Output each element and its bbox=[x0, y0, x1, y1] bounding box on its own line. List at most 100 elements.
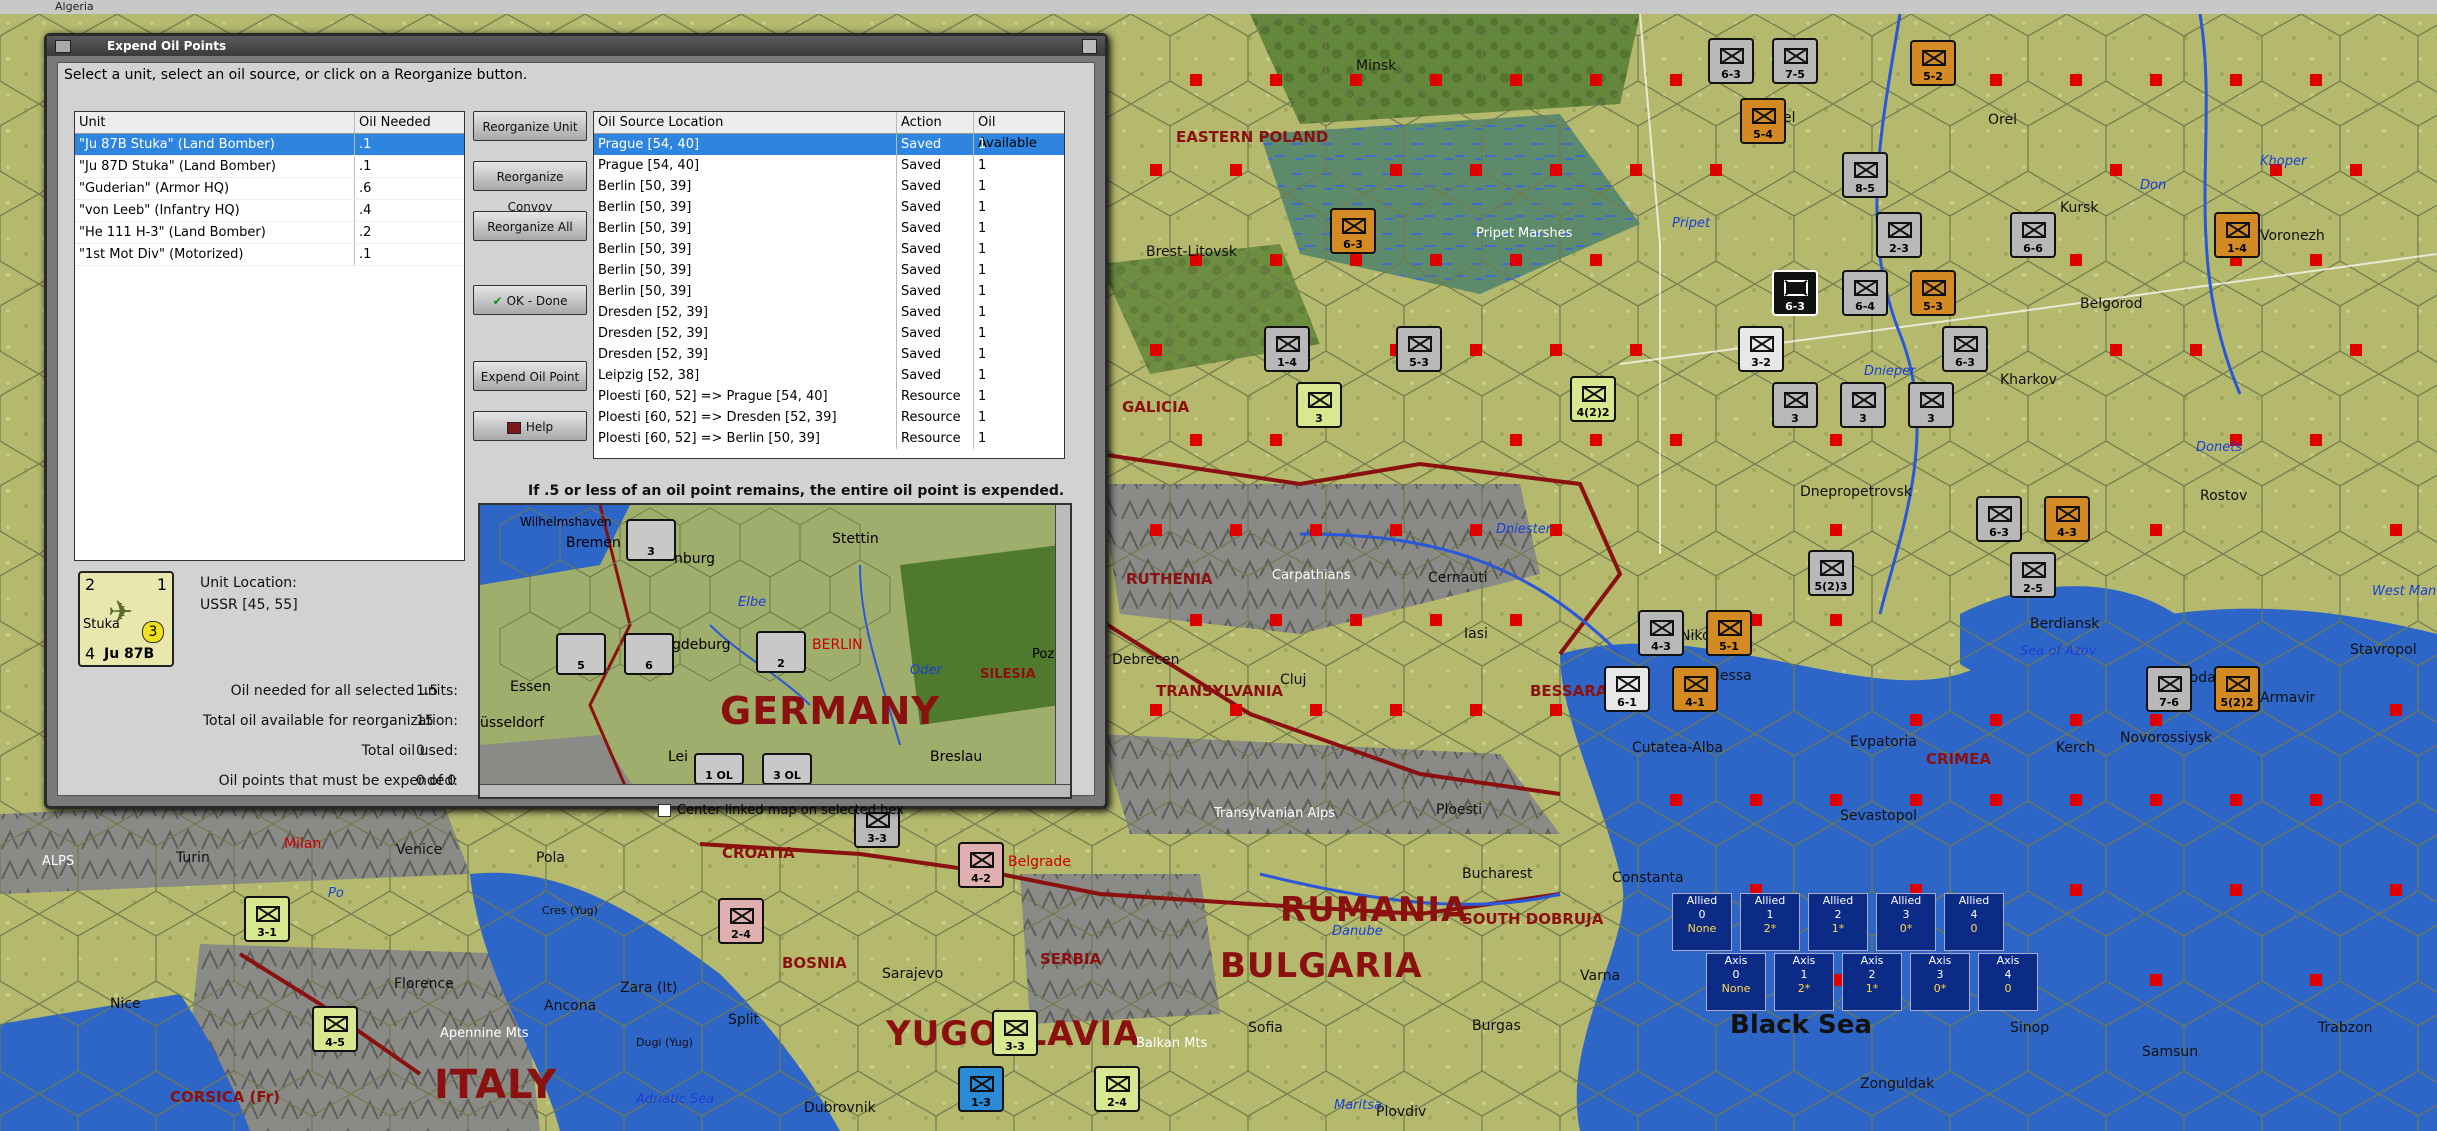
oil-available-cell: 1 bbox=[978, 410, 987, 425]
map-unit-counter[interactable]: 5-1 bbox=[1706, 610, 1752, 656]
supply-label: Axis bbox=[1724, 954, 1748, 967]
minimap-unit-counter[interactable]: 5 bbox=[556, 633, 606, 675]
oil-source-row[interactable]: Berlin [50, 39] Saved 1 bbox=[594, 239, 1064, 260]
unit-row[interactable]: "Ju 87B Stuka" (Land Bomber) .1 bbox=[75, 134, 464, 156]
map-unit-counter[interactable]: 1-3 bbox=[958, 1066, 1004, 1112]
reorganize-convoy-button[interactable]: Reorganize Convoy bbox=[473, 161, 587, 214]
unit-row[interactable]: "1st Mot Div" (Motorized) .1 bbox=[75, 244, 464, 266]
oil-source-list[interactable]: Oil Source Location Action Oil Available… bbox=[593, 111, 1065, 459]
minimap-unit-counter[interactable]: 6 bbox=[624, 633, 674, 675]
map-unit-counter[interactable]: 2-4 bbox=[1094, 1066, 1140, 1112]
map-unit-counter[interactable]: 1-4 bbox=[2214, 212, 2260, 258]
map-unit-counter[interactable]: 3-2 bbox=[1738, 326, 1784, 372]
column-header-oil-needed[interactable]: Oil Needed bbox=[355, 112, 459, 133]
map-unit-counter[interactable]: 3-3 bbox=[992, 1010, 1038, 1056]
oil-source-row[interactable]: Berlin [50, 39] Saved 1 bbox=[594, 218, 1064, 239]
minimap-unit-counter[interactable]: 2 bbox=[756, 631, 806, 673]
unit-name-cell: "von Leeb" (Infantry HQ) bbox=[75, 200, 355, 221]
column-header-unit[interactable]: Unit bbox=[75, 112, 355, 133]
map-unit-counter[interactable]: 3 bbox=[1772, 382, 1818, 428]
column-header-oil-available[interactable]: Oil Available bbox=[974, 112, 1058, 151]
oil-source-row[interactable]: Berlin [50, 39] Saved 1 bbox=[594, 197, 1064, 218]
minimap-unit-counter[interactable]: 3 OL bbox=[762, 753, 812, 785]
reorganize-all-button[interactable]: Reorganize All bbox=[473, 211, 587, 241]
map-unit-counter[interactable]: 4-5 bbox=[312, 1006, 358, 1052]
map-unit-counter[interactable]: 6-3 bbox=[1330, 208, 1376, 254]
oil-source-row[interactable]: Leipzig [52, 38] Saved 1 bbox=[594, 365, 1064, 386]
minimap-horizontal-scrollbar[interactable] bbox=[480, 784, 1070, 797]
map-unit-counter[interactable]: 6-3 bbox=[1976, 496, 2022, 542]
map-unit-counter[interactable]: 5-3 bbox=[1396, 326, 1442, 372]
oil-available-cell: 1 bbox=[978, 179, 987, 194]
window-menu-icon[interactable] bbox=[55, 40, 71, 53]
map-unit-counter[interactable]: 3 bbox=[1840, 382, 1886, 428]
map-unit-counter[interactable]: 5-4 bbox=[1740, 98, 1786, 144]
minimap-unit-counter[interactable]: 1 OL bbox=[694, 753, 744, 785]
supply-value: None bbox=[1687, 922, 1717, 935]
column-header-action[interactable]: Action bbox=[897, 112, 974, 133]
minimap-vertical-scrollbar[interactable] bbox=[1055, 505, 1070, 797]
oil-needed-cell: .4 bbox=[359, 203, 372, 218]
unit-row[interactable]: "He 111 H-3" (Land Bomber) .2 bbox=[75, 222, 464, 244]
map-unit-counter[interactable]: 2-3 bbox=[1876, 212, 1922, 258]
map-unit-counter[interactable]: 7-6 bbox=[2146, 666, 2192, 712]
supply-level: 0 bbox=[1698, 908, 1706, 921]
map-unit-counter[interactable]: 8-5 bbox=[1842, 152, 1888, 198]
action-cell: Saved bbox=[897, 197, 974, 218]
map-unit-counter[interactable]: 5-2 bbox=[1910, 40, 1956, 86]
map-unit-counter[interactable]: 5(2)2 bbox=[2214, 666, 2260, 712]
map-unit-counter[interactable]: 1-4 bbox=[1264, 326, 1310, 372]
oil-source-row[interactable]: Ploesti [60, 52] => Dresden [52, 39] Reso… bbox=[594, 407, 1064, 428]
expend-oil-point-button[interactable]: Expend Oil Point bbox=[473, 361, 587, 391]
map-unit-counter[interactable]: 6-4 bbox=[1842, 270, 1888, 316]
unit-list[interactable]: Unit Oil Needed "Ju 87B Stuka" (Land Bom… bbox=[74, 111, 465, 561]
oil-source-row[interactable]: Dresden [52, 39] Saved 1 bbox=[594, 323, 1064, 344]
map-unit-counter[interactable]: 6-3 bbox=[1708, 38, 1754, 84]
column-header-location[interactable]: Oil Source Location bbox=[594, 112, 897, 133]
unit-row[interactable]: "Ju 87D Stuka" (Land Bomber) .1 bbox=[75, 156, 464, 178]
help-button[interactable]: Help bbox=[473, 411, 587, 441]
linked-minimap[interactable]: Wilhelmshaven Bremen Stettin nburg Elbe … bbox=[478, 503, 1072, 799]
supply-value: 1* bbox=[1831, 922, 1845, 935]
map-unit-counter[interactable]: 3-1 bbox=[244, 896, 290, 942]
oil-source-row[interactable]: Ploesti [60, 52] => Prague [54, 40] Resou… bbox=[594, 386, 1064, 407]
oil-source-row[interactable]: Berlin [50, 39] Saved 1 bbox=[594, 281, 1064, 302]
oil-source-row[interactable]: Dresden [52, 39] Saved 1 bbox=[594, 344, 1064, 365]
oil-source-row[interactable]: Prague [54, 40] Saved 1 bbox=[594, 155, 1064, 176]
map-unit-counter[interactable]: 5(2)3 bbox=[1808, 550, 1854, 596]
map-unit-counter[interactable]: 3 bbox=[1908, 382, 1954, 428]
map-unit-counter[interactable]: 2-4 bbox=[718, 898, 764, 944]
ok-done-button[interactable]: ✔ OK - Done bbox=[473, 285, 587, 315]
close-icon[interactable] bbox=[1082, 39, 1097, 54]
map-unit-counter[interactable]: 4-3 bbox=[2044, 496, 2090, 542]
center-map-checkbox[interactable]: Center linked map on selected hex bbox=[658, 803, 904, 818]
checkbox-box[interactable] bbox=[658, 804, 671, 817]
map-unit-counter[interactable]: 4(2)2 bbox=[1570, 376, 1616, 422]
map-unit-counter[interactable]: 5-3 bbox=[1910, 270, 1956, 316]
map-unit-counter[interactable]: 6-3 bbox=[1772, 270, 1818, 316]
unit-row[interactable]: "von Leeb" (Infantry HQ) .4 bbox=[75, 200, 464, 222]
oil-source-row[interactable]: Prague [54, 40] Saved 1 bbox=[594, 134, 1064, 155]
map-unit-counter[interactable]: 6-3 bbox=[1942, 326, 1988, 372]
minimap-unit-counter[interactable]: 3 bbox=[626, 519, 676, 561]
oil-available-cell: 1 bbox=[978, 200, 987, 215]
map-unit-counter[interactable]: 4-1 bbox=[1672, 666, 1718, 712]
oil-source-row[interactable]: Berlin [50, 39] Saved 1 bbox=[594, 176, 1064, 197]
map-unit-counter[interactable]: 2-5 bbox=[2010, 552, 2056, 598]
stat-expend-value: 0 of 0 bbox=[416, 773, 457, 789]
oil-source-row[interactable]: Ploesti [60, 52] => Berlin [50, 39] Resou… bbox=[594, 428, 1064, 449]
action-cell: Saved bbox=[897, 239, 974, 260]
oil-source-row[interactable]: Berlin [50, 39] Saved 1 bbox=[594, 260, 1064, 281]
unit-row[interactable]: "Guderian" (Armor HQ) .6 bbox=[75, 178, 464, 200]
reorganize-unit-button[interactable]: Reorganize Unit bbox=[473, 111, 587, 141]
oil-source-row[interactable]: Dresden [52, 39] Saved 1 bbox=[594, 302, 1064, 323]
map-unit-counter[interactable]: 6-6 bbox=[2010, 212, 2056, 258]
map-unit-counter[interactable]: 4-3 bbox=[1638, 610, 1684, 656]
dialog-titlebar[interactable]: Expend Oil Points bbox=[47, 36, 1105, 56]
location-cell: Leipzig [52, 38] bbox=[594, 365, 897, 386]
map-unit-counter[interactable]: 6-1 bbox=[1604, 666, 1650, 712]
map-unit-counter[interactable]: 3 bbox=[1296, 382, 1342, 428]
map-unit-counter[interactable]: 7-5 bbox=[1772, 38, 1818, 84]
expend-oil-dialog: Expend Oil Points Select a unit, select … bbox=[44, 33, 1108, 818]
map-unit-counter[interactable]: 4-2 bbox=[958, 842, 1004, 888]
